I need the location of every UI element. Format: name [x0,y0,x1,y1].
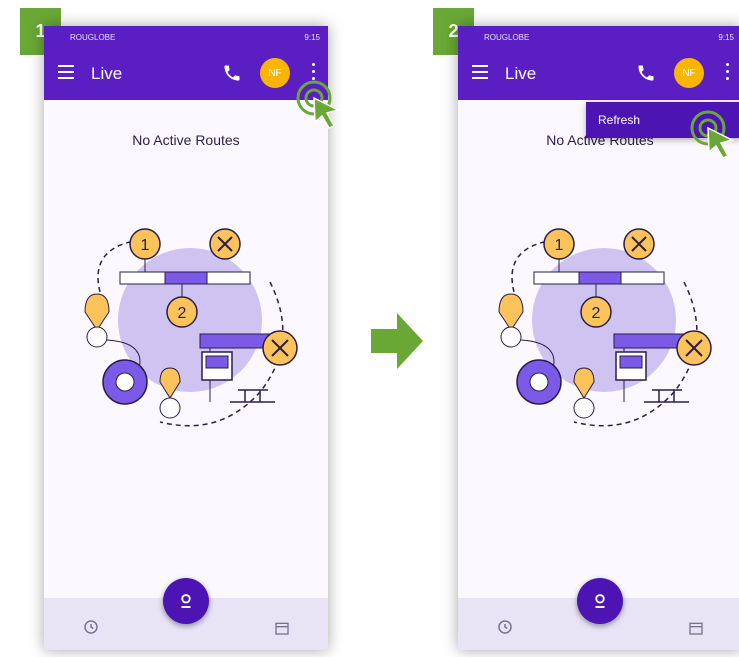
hamburger-menu-icon[interactable] [472,65,488,79]
svg-text:1: 1 [555,237,564,254]
phone-icon[interactable] [222,63,242,83]
status-time: 9:15 [718,32,734,42]
route-pin-icon [595,594,605,608]
status-bar: ROUGLOBE 9:15 [44,26,328,48]
status-time: 9:15 [304,32,320,42]
empty-state-title: No Active Routes [132,132,240,148]
tap-cursor-icon [296,80,341,129]
status-carrier: ROUGLOBE [484,32,530,42]
svg-text:1: 1 [141,237,150,254]
phone-screen-1: ROUGLOBE 9:15 Live NF No Active Routes 1… [44,26,328,650]
calendar-icon[interactable] [274,620,290,636]
more-vert-icon[interactable] [726,63,730,83]
live-route-fab[interactable] [577,578,623,624]
app-bar: Live NF [44,48,328,100]
route-pin-icon [181,594,191,608]
menu-item-refresh[interactable]: Refresh [598,113,640,127]
app-title: Live [91,64,123,83]
empty-routes-illustration: 1 2 [498,228,712,427]
status-bar: ROUGLOBE 9:15 [458,26,739,48]
svg-text:2: 2 [592,305,601,322]
app-bar: Live NF [458,48,739,100]
app-title: Live [505,64,537,83]
hamburger-menu-icon[interactable] [58,65,74,79]
calendar-icon[interactable] [688,620,704,636]
user-avatar[interactable]: NF [674,58,704,88]
empty-routes-illustration: 1 2 [84,228,298,427]
history-icon[interactable] [496,618,514,636]
live-route-fab[interactable] [163,578,209,624]
right-arrow-icon [371,313,423,369]
user-avatar[interactable]: NF [260,58,290,88]
history-icon[interactable] [82,618,100,636]
svg-text:2: 2 [178,305,187,322]
status-carrier: ROUGLOBE [70,32,116,42]
tap-cursor-icon [690,110,735,159]
phone-icon[interactable] [636,63,656,83]
